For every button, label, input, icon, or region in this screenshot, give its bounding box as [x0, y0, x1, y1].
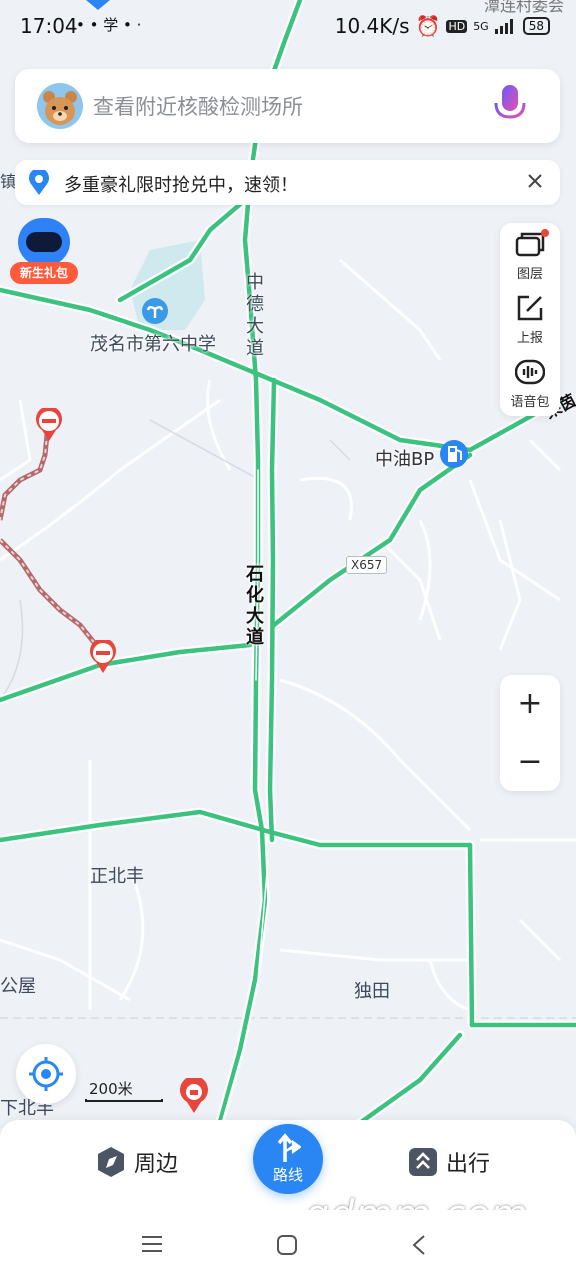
signal-icon: 5G [473, 19, 489, 33]
route-arrow-icon [277, 1133, 301, 1162]
layers-label: 图层 [516, 267, 543, 282]
layers-button[interactable]: 图层 [500, 223, 560, 287]
place-label-gongwu: 公屋 [0, 976, 36, 997]
voice-pack-button[interactable]: 语音包 [500, 351, 560, 415]
no-entry-marker-icon[interactable] [34, 408, 64, 442]
crosshair-icon [29, 1057, 63, 1091]
hd-icon: HD [446, 19, 468, 33]
report-button[interactable]: 上报 [500, 287, 560, 351]
compass-icon [98, 1147, 124, 1177]
voice-pack-label: 语音包 [510, 395, 550, 410]
status-time: 17:04 [20, 14, 78, 38]
zoom-out-button[interactable]: − [500, 733, 560, 791]
layers-badge [541, 229, 549, 237]
road-number-tag: X657 [346, 556, 388, 574]
no-entry-marker-icon[interactable] [88, 640, 118, 674]
nearby-button[interactable]: 周边 [96, 1146, 178, 1178]
place-label-dutian: 独田 [354, 981, 390, 1002]
status-right: 10.4K/s ⏰ HD 5G 58 [335, 14, 550, 38]
search-placeholder[interactable]: 查看附近核酸检测场所 [93, 91, 303, 121]
signal-bars-icon [494, 19, 513, 34]
promo-text[interactable]: 多重豪礼限时抢兑中，速领！ [64, 171, 298, 197]
gift-label: 新生礼包 [10, 262, 78, 284]
avatar[interactable] [37, 83, 83, 129]
search-bar[interactable]: 查看附近核酸检测场所 [15, 69, 560, 143]
menu-icon[interactable] [141, 1234, 163, 1254]
place-label-zhengbeifeng: 正北丰 [90, 866, 144, 887]
road-label-zhongde: 中德大道 [246, 272, 264, 359]
edit-report-icon [517, 295, 543, 321]
road-label-shihua: 石化大道 [246, 564, 264, 648]
network-speed: 10.4K/s [334, 14, 410, 38]
promo-banner[interactable]: 多重豪礼限时抢兑中，速领！ [15, 160, 560, 205]
report-label: 上报 [516, 331, 543, 346]
route-button[interactable]: 路线 [253, 1124, 323, 1194]
newbie-gift-button[interactable]: 新生礼包 [10, 218, 78, 286]
poi-red-icon[interactable] [178, 1078, 210, 1114]
status-bar: 17:04 • • 学 • · 10.4K/s ⏰ HD 5G 58 [0, 0, 576, 52]
home-icon[interactable] [276, 1234, 298, 1256]
scale-bar [85, 1099, 163, 1102]
map-scale: 200米 [85, 1078, 165, 1106]
location-pin-icon [29, 170, 49, 195]
close-icon[interactable] [524, 170, 546, 192]
nearby-label: 周边 [134, 1152, 179, 1177]
school-poi-icon[interactable] [140, 296, 170, 326]
route-label: 路线 [272, 1166, 303, 1184]
notification-icons: • • 学 • · [76, 16, 142, 34]
microphone-icon[interactable] [490, 83, 530, 129]
travel-icon [409, 1148, 437, 1176]
scale-text: 200米 [89, 1080, 133, 1098]
locate-button[interactable] [16, 1044, 76, 1104]
travel-label: 出行 [446, 1152, 491, 1177]
map-tools-panel: 图层 上报 语音包 [500, 223, 560, 416]
battery-indicator: 58 [522, 17, 550, 35]
alarm-icon: ⏰ [415, 14, 441, 38]
back-icon[interactable] [410, 1234, 428, 1256]
gas-station-poi-icon[interactable] [440, 440, 468, 468]
system-navigation-bar [0, 1210, 576, 1280]
voice-wave-icon [515, 359, 545, 385]
robot-visor [26, 232, 62, 252]
zoom-control: + − [500, 675, 560, 791]
zoom-in-button[interactable]: + [500, 675, 560, 733]
travel-button[interactable]: 出行 [408, 1146, 490, 1178]
place-label-zhen-edge: 镇 [0, 172, 17, 191]
school-label[interactable]: 茂名市第六中学 [90, 330, 216, 356]
gas-station-label[interactable]: 中油BP [375, 445, 434, 471]
